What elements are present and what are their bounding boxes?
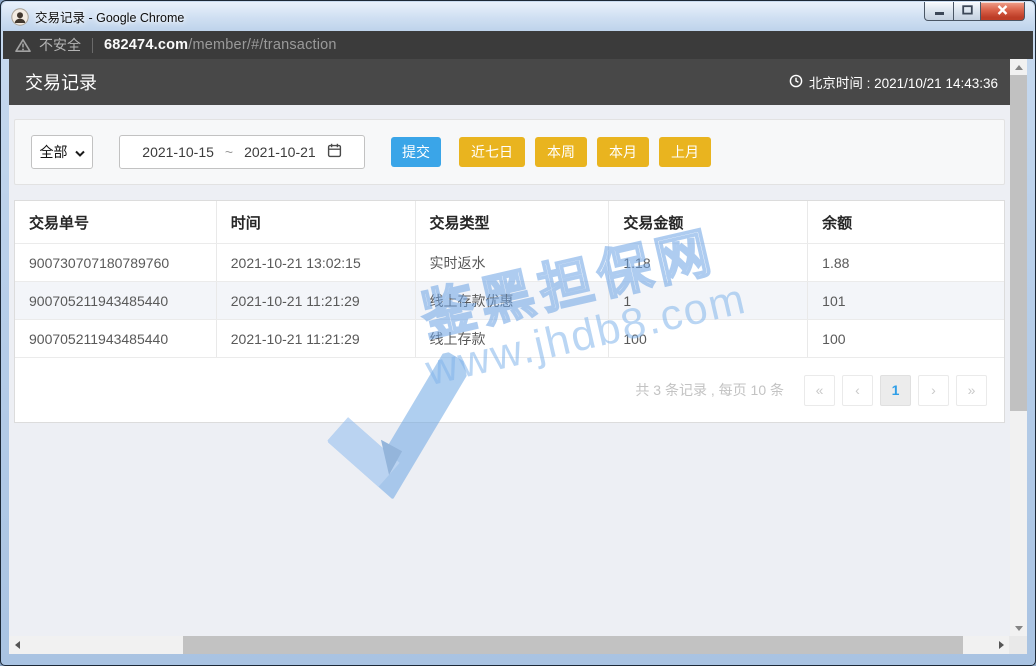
col-header-time: 时间: [217, 201, 416, 243]
address-separator: [92, 38, 93, 53]
date-separator: ~: [225, 144, 233, 160]
beijing-time: 北京时间 : 2021/10/21 14:43:36: [789, 72, 998, 92]
maximize-button[interactable]: [953, 2, 981, 21]
url-domain: 682474.com: [104, 37, 188, 53]
last-page-button[interactable]: »: [956, 375, 987, 406]
type-select-value: 全部: [40, 142, 68, 162]
submit-button[interactable]: 提交: [391, 137, 441, 167]
cell-order-no: 900730707180789760: [15, 244, 217, 281]
cell-balance: 1.88: [808, 244, 1004, 281]
transactions-table: 交易单号 时间 交易类型 交易金额 余额 900730707180789760 …: [14, 200, 1005, 423]
scroll-right-button[interactable]: [993, 636, 1009, 654]
page: 交易记录 北京时间 : 2021/10/21 14:43:36 全部: [9, 59, 1010, 636]
table-row: 900705211943485440 2021-10-21 11:21:29 线…: [15, 281, 1004, 319]
quick-button-this-week[interactable]: 本周: [535, 137, 587, 167]
arrow-down-icon: [1015, 626, 1023, 631]
pagination: 共 3 条记录 , 每页 10 条 « ‹ 1 › »: [15, 357, 1004, 422]
chevron-down-icon: [75, 144, 85, 160]
calendar-icon: [327, 143, 342, 161]
horizontal-scrollbar[interactable]: [9, 636, 1009, 654]
url-path: /member/#/transaction: [188, 37, 336, 53]
minimize-button[interactable]: [924, 2, 954, 21]
cell-amount: 100: [609, 320, 808, 357]
table-row: 900705211943485440 2021-10-21 11:21:29 线…: [15, 319, 1004, 357]
browser-window: 交易记录 - Google Chrome: [0, 0, 1036, 666]
table-row: 900730707180789760 2021-10-21 13:02:15 实…: [15, 243, 1004, 281]
vertical-scrollbar-thumb[interactable]: [1010, 75, 1027, 411]
scroll-left-button[interactable]: [9, 636, 25, 654]
start-date[interactable]: 2021-10-15: [142, 144, 214, 160]
quick-button-last7days[interactable]: 近七日: [459, 137, 525, 167]
type-select[interactable]: 全部: [31, 135, 93, 169]
cell-type: 线上存款优惠: [416, 282, 610, 319]
cell-amount: 1: [609, 282, 808, 319]
arrow-right-icon: [999, 641, 1004, 649]
col-header-order-no: 交易单号: [15, 201, 217, 243]
close-button[interactable]: [980, 2, 1025, 21]
page-1-button[interactable]: 1: [880, 375, 911, 406]
cell-type: 线上存款: [416, 320, 610, 357]
favicon-avatar-icon: [11, 8, 29, 26]
pagination-summary: 共 3 条记录 , 每页 10 条: [635, 380, 784, 400]
filter-bar: 全部 2021-10-15 ~ 2021-10-21: [14, 119, 1005, 185]
quick-button-last-month[interactable]: 上月: [659, 137, 711, 167]
col-header-type: 交易类型: [416, 201, 610, 243]
date-range-input[interactable]: 2021-10-15 ~ 2021-10-21: [119, 135, 365, 169]
prev-page-button[interactable]: ‹: [842, 375, 873, 406]
quick-button-this-month[interactable]: 本月: [597, 137, 649, 167]
cell-amount: 1.18: [609, 244, 808, 281]
address-bar[interactable]: 不安全 682474.com /member/#/transaction: [3, 31, 1033, 59]
table-header-row: 交易单号 时间 交易类型 交易金额 余额: [15, 201, 1004, 243]
clock-icon: [789, 74, 803, 91]
cell-time: 2021-10-21 11:21:29: [217, 282, 416, 319]
cell-order-no: 900705211943485440: [15, 320, 217, 357]
maximize-icon: [962, 2, 973, 20]
end-date[interactable]: 2021-10-21: [244, 144, 316, 160]
url-text: 682474.com /member/#/transaction: [104, 37, 337, 53]
col-header-balance: 余额: [808, 201, 1004, 243]
arrow-left-icon: [15, 641, 20, 649]
beijing-time-label: 北京时间 : 2021/10/21 14:43:36: [809, 72, 998, 92]
cell-type: 实时返水: [416, 244, 610, 281]
scroll-down-button[interactable]: [1010, 620, 1027, 636]
window-title: 交易记录 - Google Chrome: [35, 7, 184, 26]
cell-balance: 100: [808, 320, 1004, 357]
window-controls: [925, 2, 1025, 21]
cell-order-no: 900705211943485440: [15, 282, 217, 319]
warning-triangle-icon: [15, 38, 31, 53]
cell-balance: 101: [808, 282, 1004, 319]
close-icon: [997, 2, 1008, 20]
horizontal-scrollbar-thumb[interactable]: [183, 636, 963, 654]
minimize-icon: [935, 12, 944, 15]
cell-time: 2021-10-21 13:02:15: [217, 244, 416, 281]
col-header-amount: 交易金额: [609, 201, 808, 243]
scroll-up-button[interactable]: [1010, 59, 1027, 75]
browser-viewport: 交易记录 北京时间 : 2021/10/21 14:43:36 全部: [9, 59, 1027, 636]
cell-time: 2021-10-21 11:21:29: [217, 320, 416, 357]
page-header: 交易记录 北京时间 : 2021/10/21 14:43:36: [9, 59, 1010, 105]
page-title: 交易记录: [25, 69, 97, 95]
arrow-up-icon: [1015, 65, 1023, 70]
bottom-scroll-area: [9, 636, 1027, 654]
vertical-scrollbar[interactable]: [1010, 59, 1027, 636]
first-page-button[interactable]: «: [804, 375, 835, 406]
scrollbar-corner: [1009, 636, 1027, 654]
window-titlebar[interactable]: 交易记录 - Google Chrome: [2, 2, 1034, 31]
security-label[interactable]: 不安全: [39, 35, 81, 55]
content-area: 全部 2021-10-15 ~ 2021-10-21: [9, 105, 1010, 636]
table-body: 900730707180789760 2021-10-21 13:02:15 实…: [15, 243, 1004, 357]
next-page-button[interactable]: ›: [918, 375, 949, 406]
